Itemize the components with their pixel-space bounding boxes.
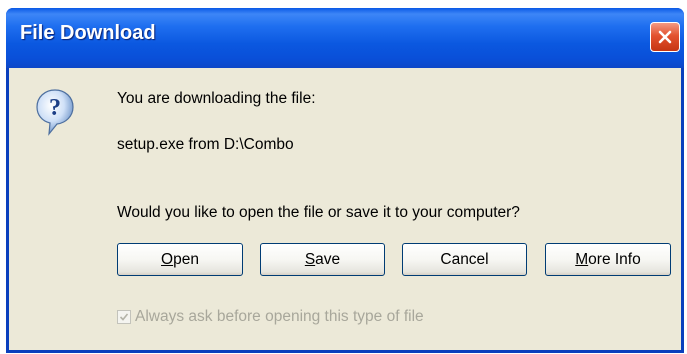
save-button[interactable]: Save: [260, 243, 385, 276]
question-text: Would you like to open the file or save …: [117, 204, 520, 221]
file-source-text: setup.exe from D:\Combo: [117, 136, 294, 153]
downloading-label: You are downloading the file:: [117, 90, 316, 107]
open-button[interactable]: Open: [117, 243, 243, 276]
svg-text:?: ?: [49, 95, 61, 121]
cancel-button[interactable]: Cancel: [402, 243, 527, 276]
file-download-window: File Download ? You are downloading the …: [6, 8, 684, 353]
more-info-button[interactable]: More Info: [545, 243, 671, 276]
window-title: File Download: [20, 22, 156, 44]
checkmark-icon: [119, 313, 129, 321]
always-ask-checkbox-row: Always ask before opening this type of f…: [117, 308, 424, 326]
close-button[interactable]: [650, 22, 680, 52]
question-icon: ?: [36, 89, 74, 136]
title-bar[interactable]: File Download: [6, 8, 684, 68]
close-icon: [658, 30, 672, 44]
always-ask-checkbox[interactable]: [117, 310, 131, 324]
dialog-body: ? You are downloading the file: setup.ex…: [9, 68, 681, 350]
always-ask-label: Always ask before opening this type of f…: [135, 308, 424, 325]
